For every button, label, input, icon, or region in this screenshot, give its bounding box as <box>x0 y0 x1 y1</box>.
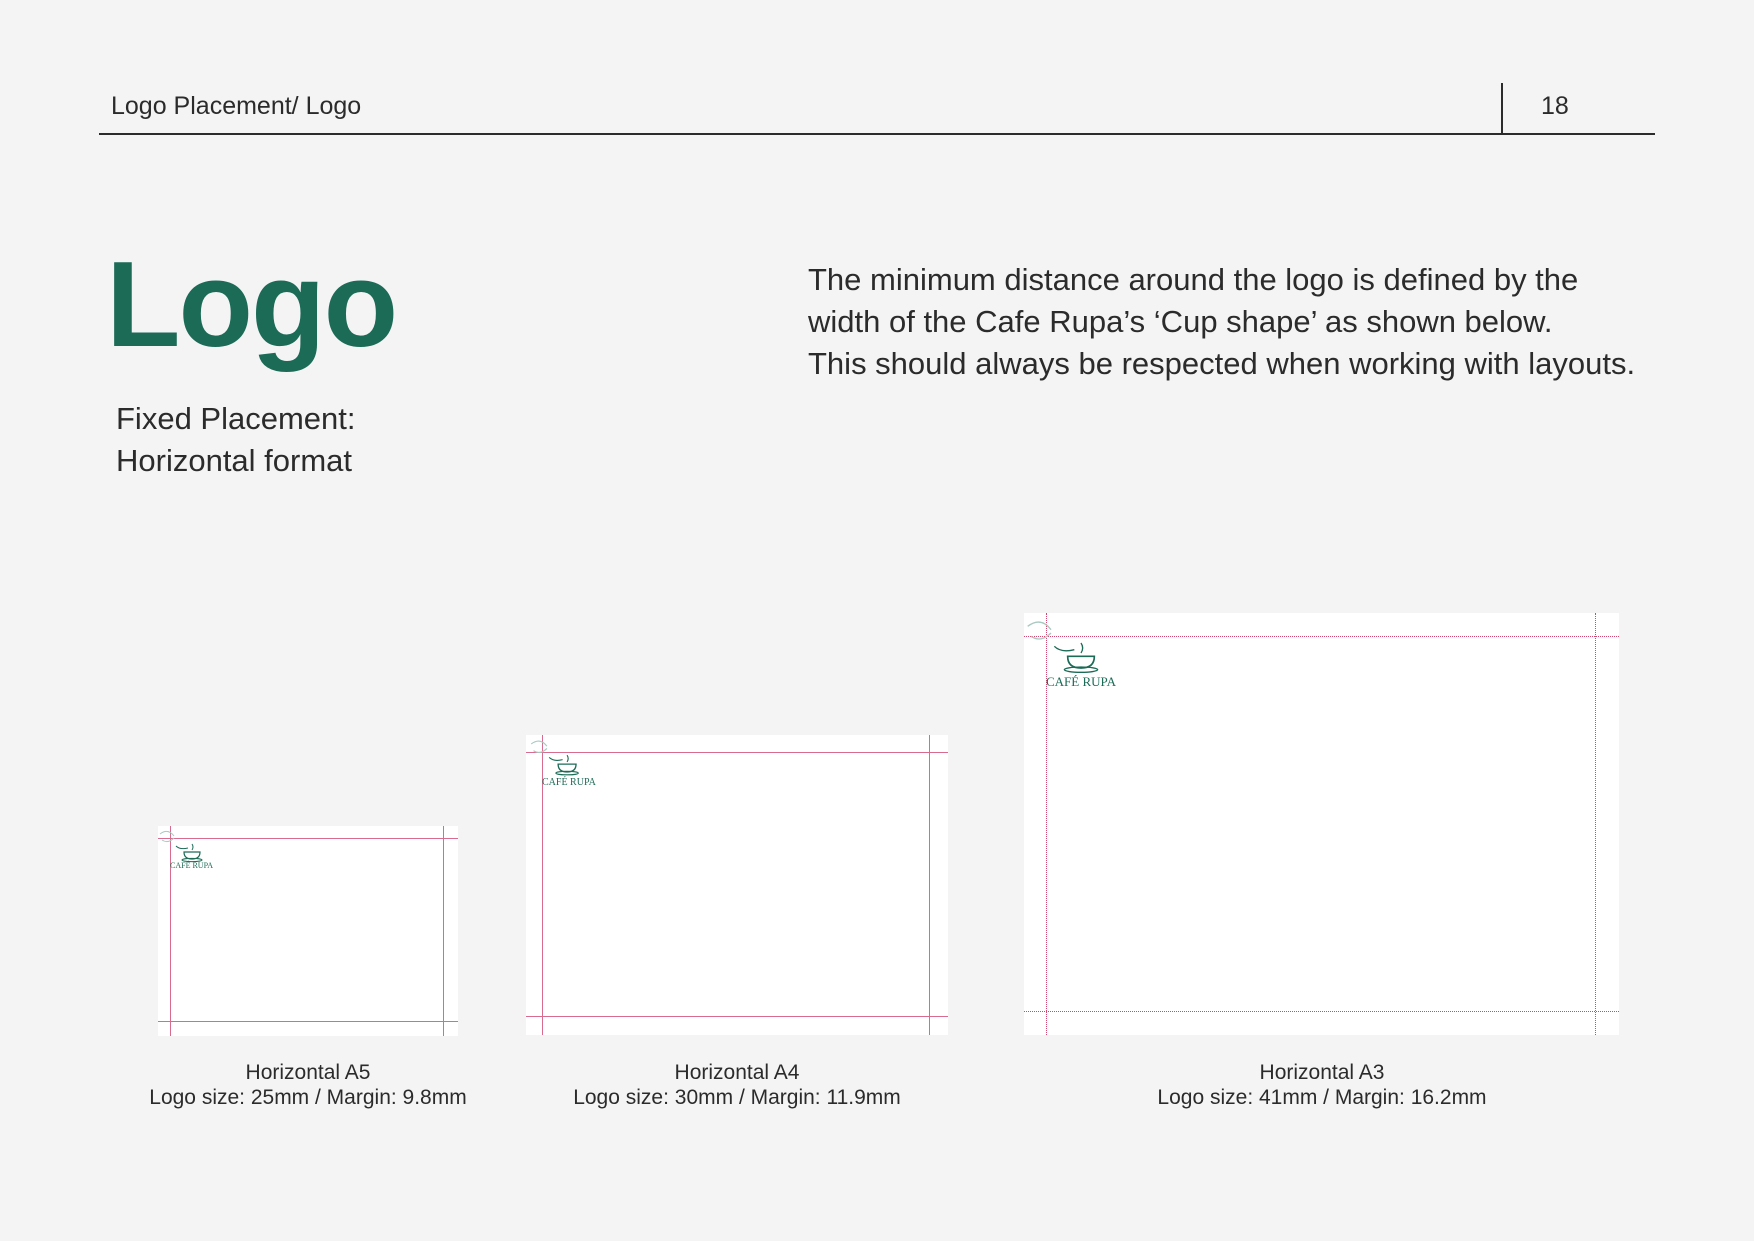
margin-guide-bottom <box>158 1021 458 1022</box>
caption-spec: Logo size: 30mm / Margin: 11.9mm <box>573 1086 901 1109</box>
margin-guide-top <box>526 752 948 753</box>
caption-a3: Horizontal A3 Logo size: 41mm / Margin: … <box>1122 1060 1522 1110</box>
sheet-a5: CAFÉ RUPA <box>158 826 458 1036</box>
caption-a5: Horizontal A5 Logo size: 25mm / Margin: … <box>128 1060 488 1110</box>
caption-a4: Horizontal A4 Logo size: 30mm / Margin: … <box>537 1060 937 1110</box>
description-line-1: The minimum distance around the logo is … <box>808 262 1579 297</box>
caption-format-name: Horizontal A4 <box>674 1061 800 1084</box>
subtitle-line-2: Horizontal format <box>116 443 353 478</box>
margin-guide-bottom <box>1024 1011 1619 1012</box>
sheet-a3: CAFÉ RUPA <box>1024 613 1619 1035</box>
page-title: Logo <box>106 236 398 372</box>
page-number: 18 <box>1541 92 1569 120</box>
logo-wordmark: CAFÉ RUPA <box>1046 674 1116 689</box>
logo-wordmark: CAFÉ RUPA <box>170 861 214 870</box>
caption-format-name: Horizontal A5 <box>245 1061 371 1084</box>
caption-spec: Logo size: 41mm / Margin: 16.2mm <box>1157 1086 1487 1109</box>
subtitle-line-1: Fixed Placement: <box>116 401 356 436</box>
subtitle: Fixed Placement: Horizontal format <box>116 398 356 482</box>
sheet-a4: CAFÉ RUPA <box>526 735 948 1035</box>
margin-guide-right <box>929 735 930 1035</box>
logo-wordmark: CAFÉ RUPA <box>542 777 596 788</box>
cup-icon <box>1027 621 1099 674</box>
margin-guide-right <box>1595 613 1596 1035</box>
margin-guide-top <box>1024 636 1619 637</box>
margin-guide-right <box>443 826 444 1036</box>
cafe-rupa-logo: CAFÉ RUPA <box>526 735 596 791</box>
section-title: Logo Placement/ Logo <box>111 92 362 120</box>
header-rule <box>99 133 1655 135</box>
margin-guide-bottom <box>526 1016 948 1017</box>
cafe-rupa-logo: CAFÉ RUPA <box>158 826 213 876</box>
caption-format-name: Horizontal A3 <box>1259 1061 1385 1084</box>
description: The minimum distance around the logo is … <box>808 259 1635 385</box>
header-divider <box>1501 83 1503 134</box>
description-line-2: width of the Cafe Rupa’s ‘Cup shape’ as … <box>808 304 1553 339</box>
cafe-rupa-logo: CAFÉ RUPA <box>1024 613 1116 689</box>
description-line-3: This should always be respected when wor… <box>808 346 1636 381</box>
caption-spec: Logo size: 25mm / Margin: 9.8mm <box>149 1086 467 1109</box>
